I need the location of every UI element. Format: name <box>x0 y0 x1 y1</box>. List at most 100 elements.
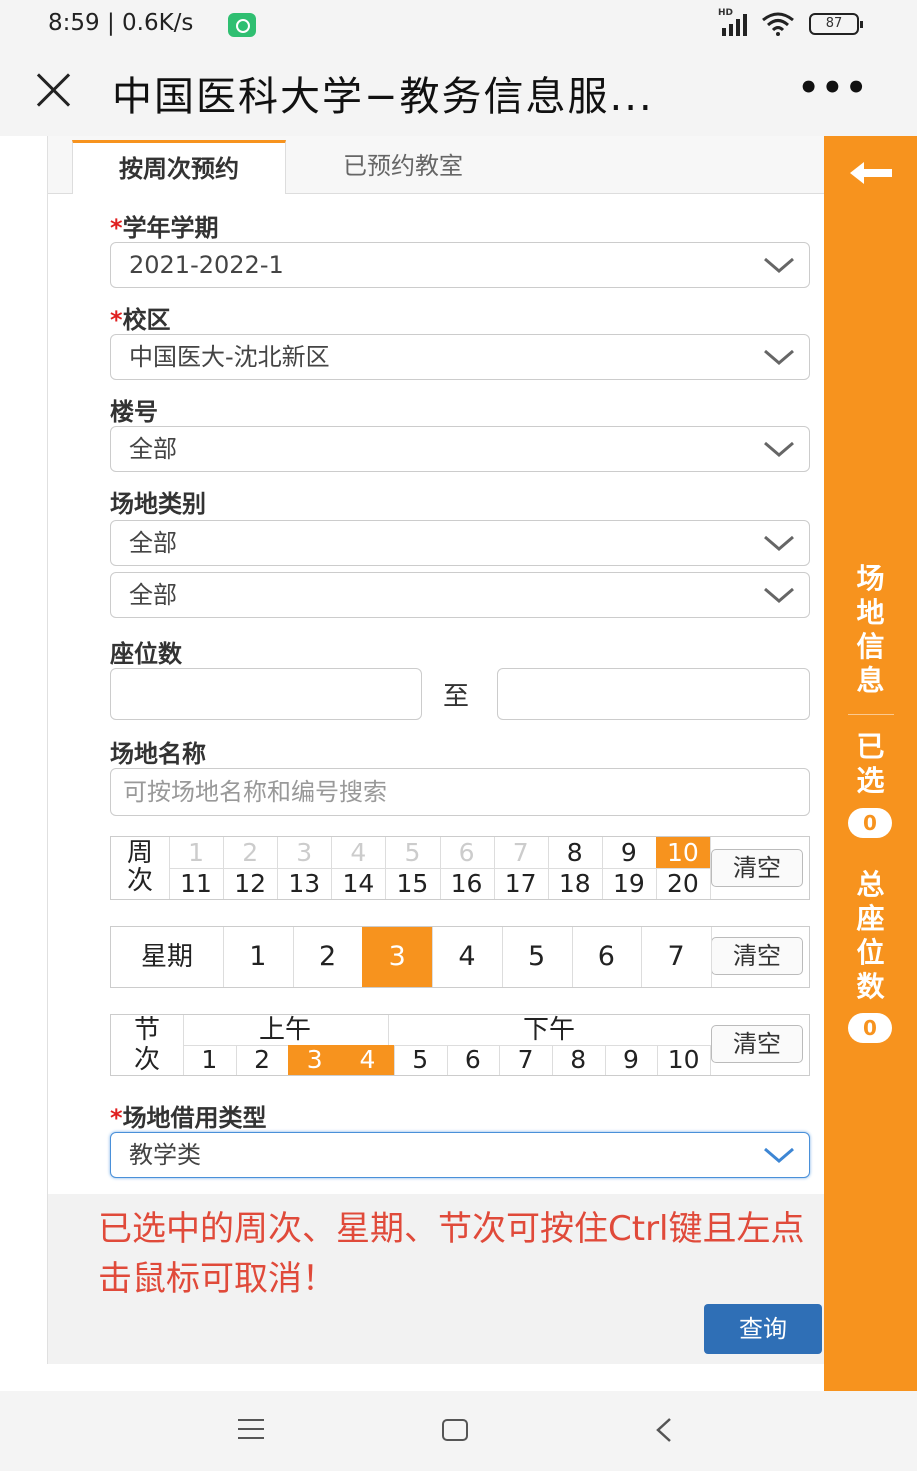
period-cell[interactable]: 1 <box>183 1045 236 1075</box>
building-select[interactable]: 全部 <box>110 426 810 472</box>
week-cell[interactable]: 18 <box>548 868 602 899</box>
tab-book-by-week[interactable]: 按周次预约 <box>72 140 286 194</box>
venue-type-label: 场地类别 <box>110 490 206 518</box>
query-button[interactable]: 查询 <box>704 1304 822 1354</box>
chevron-down-icon <box>764 1147 794 1163</box>
seats-to-label: 至 <box>443 682 470 712</box>
week-label-bottom: 次 <box>126 866 153 896</box>
period-cell[interactable]: 2 <box>236 1045 289 1075</box>
week-cell[interactable]: 9 <box>602 837 656 868</box>
seats-max-input[interactable] <box>497 668 810 720</box>
period-label-top: 节 <box>133 1015 160 1045</box>
week-selector: 周 次 清空 1 11 2 12 3 13 4 14 5 15 6 16 7 17 8 18 9 19 10 20 <box>110 836 810 900</box>
period-label-bottom: 次 <box>133 1045 160 1075</box>
selected-count-badge: 0 <box>848 808 892 838</box>
venue-type-select[interactable]: 全部 <box>110 520 810 566</box>
week-label-top: 周 <box>126 838 153 868</box>
more-icon[interactable]: ••• <box>798 68 869 108</box>
week-cell[interactable]: 17 <box>494 868 548 899</box>
tab-booked-rooms[interactable]: 已预约教室 <box>308 140 498 194</box>
home-icon[interactable] <box>442 1419 468 1441</box>
status-icons: HD 87 <box>718 8 863 36</box>
period-cell[interactable]: 5 <box>394 1045 447 1075</box>
period-cell[interactable]: 9 <box>605 1045 658 1075</box>
week-cell[interactable]: 2 <box>223 837 277 868</box>
selected-label: 已选 <box>856 730 885 797</box>
weekday-cell[interactable]: 1 <box>223 927 293 987</box>
week-cell[interactable]: 6 <box>440 837 494 868</box>
venue-subtype-value: 全部 <box>129 581 177 609</box>
weekday-label: 星期 <box>140 942 193 972</box>
back-icon[interactable] <box>652 1415 676 1445</box>
status-time: 8:59 | 0.6K/s <box>48 10 194 36</box>
term-select[interactable]: 2021-2022-1 <box>110 242 810 288</box>
periods-clear-button[interactable]: 清空 <box>711 1025 803 1063</box>
weekday-cell[interactable]: 7 <box>641 927 711 987</box>
borrow-type-label-text: 场地借用类型 <box>122 1104 267 1132</box>
week-cell[interactable]: 7 <box>494 837 548 868</box>
week-cell[interactable]: 4 <box>331 837 385 868</box>
period-cell[interactable]: 6 <box>447 1045 500 1075</box>
week-cell[interactable]: 20 <box>656 868 710 899</box>
form-panel: 按周次预约 已预约教室 *学年学期 2021-2022-1 *校区 中国医大-沈… <box>47 136 825 1364</box>
week-cell[interactable]: 19 <box>602 868 656 899</box>
required-mark: * <box>110 306 123 334</box>
week-cell[interactable]: 1 <box>169 837 223 868</box>
week-cell[interactable]: 13 <box>277 868 331 899</box>
term-label-text: 学年学期 <box>122 214 219 242</box>
weekday-cell[interactable]: 2 <box>293 927 363 987</box>
grid-divider <box>710 837 711 899</box>
grid-divider <box>710 1045 711 1075</box>
week-cell[interactable]: 15 <box>385 868 439 899</box>
seats-min-input[interactable] <box>110 668 422 720</box>
sidebar-divider <box>848 714 894 715</box>
period-cell[interactable]: 10 <box>657 1045 710 1075</box>
campus-value: 中国医大-沈北新区 <box>129 343 330 371</box>
weeks-clear-button[interactable]: 清空 <box>711 849 803 887</box>
period-cell[interactable]: 3 <box>288 1045 342 1075</box>
period-cell[interactable]: 4 <box>341 1045 394 1075</box>
chevron-down-icon <box>764 257 794 273</box>
week-cell[interactable]: 12 <box>223 868 277 899</box>
week-cell[interactable]: 16 <box>440 868 494 899</box>
hd-label: HD <box>718 8 734 18</box>
borrow-type-value: 教学类 <box>129 1141 201 1169</box>
chevron-down-icon <box>764 349 794 365</box>
week-cell[interactable]: 11 <box>169 868 223 899</box>
term-value: 2021-2022-1 <box>129 251 284 279</box>
week-cell[interactable]: 14 <box>331 868 385 899</box>
menu-icon[interactable] <box>238 1419 264 1439</box>
campus-label: *校区 <box>110 300 171 335</box>
arrow-left-icon[interactable] <box>846 158 896 188</box>
campus-select[interactable]: 中国医大-沈北新区 <box>110 334 810 380</box>
seats-label: 座位数 <box>110 640 182 668</box>
weekday-cell[interactable]: 3 <box>362 927 433 987</box>
period-cell[interactable]: 7 <box>499 1045 552 1075</box>
week-cell[interactable]: 10 <box>655 837 710 868</box>
venue-name-input[interactable]: 可按场地名称和编号搜索 <box>110 768 810 816</box>
weekday-cell[interactable]: 5 <box>502 927 572 987</box>
venue-subtype-select[interactable]: 全部 <box>110 572 810 618</box>
weekdays-clear-button[interactable]: 清空 <box>711 937 803 975</box>
chevron-down-icon <box>764 587 794 603</box>
week-cell[interactable]: 5 <box>385 837 439 868</box>
system-nav-bar <box>0 1391 917 1471</box>
campus-label-text: 校区 <box>122 306 171 334</box>
week-cell[interactable]: 8 <box>548 837 602 868</box>
wifi-icon <box>761 12 795 36</box>
period-selector: 节 次 上午 下午 清空 1 2 3 4 5 6 7 8 9 10 <box>110 1014 810 1076</box>
weekday-cell[interactable]: 4 <box>432 927 502 987</box>
close-icon[interactable] <box>32 68 76 112</box>
grid-divider <box>388 1015 389 1045</box>
weekday-selector: 星期 清空 1234567 <box>110 926 810 988</box>
weekday-cell[interactable]: 6 <box>572 927 642 987</box>
morning-label: 上午 <box>258 1015 311 1045</box>
week-cell[interactable]: 3 <box>277 837 331 868</box>
borrow-type-label: *场地借用类型 <box>110 1098 267 1133</box>
borrow-type-select[interactable]: 教学类 <box>110 1132 810 1178</box>
term-label: *学年学期 <box>110 208 219 243</box>
venue-name-label: 场地名称 <box>110 740 206 768</box>
period-cell[interactable]: 8 <box>552 1045 605 1075</box>
venue-info-label[interactable]: 场地信息 <box>824 562 917 698</box>
building-label: 楼号 <box>110 398 158 426</box>
